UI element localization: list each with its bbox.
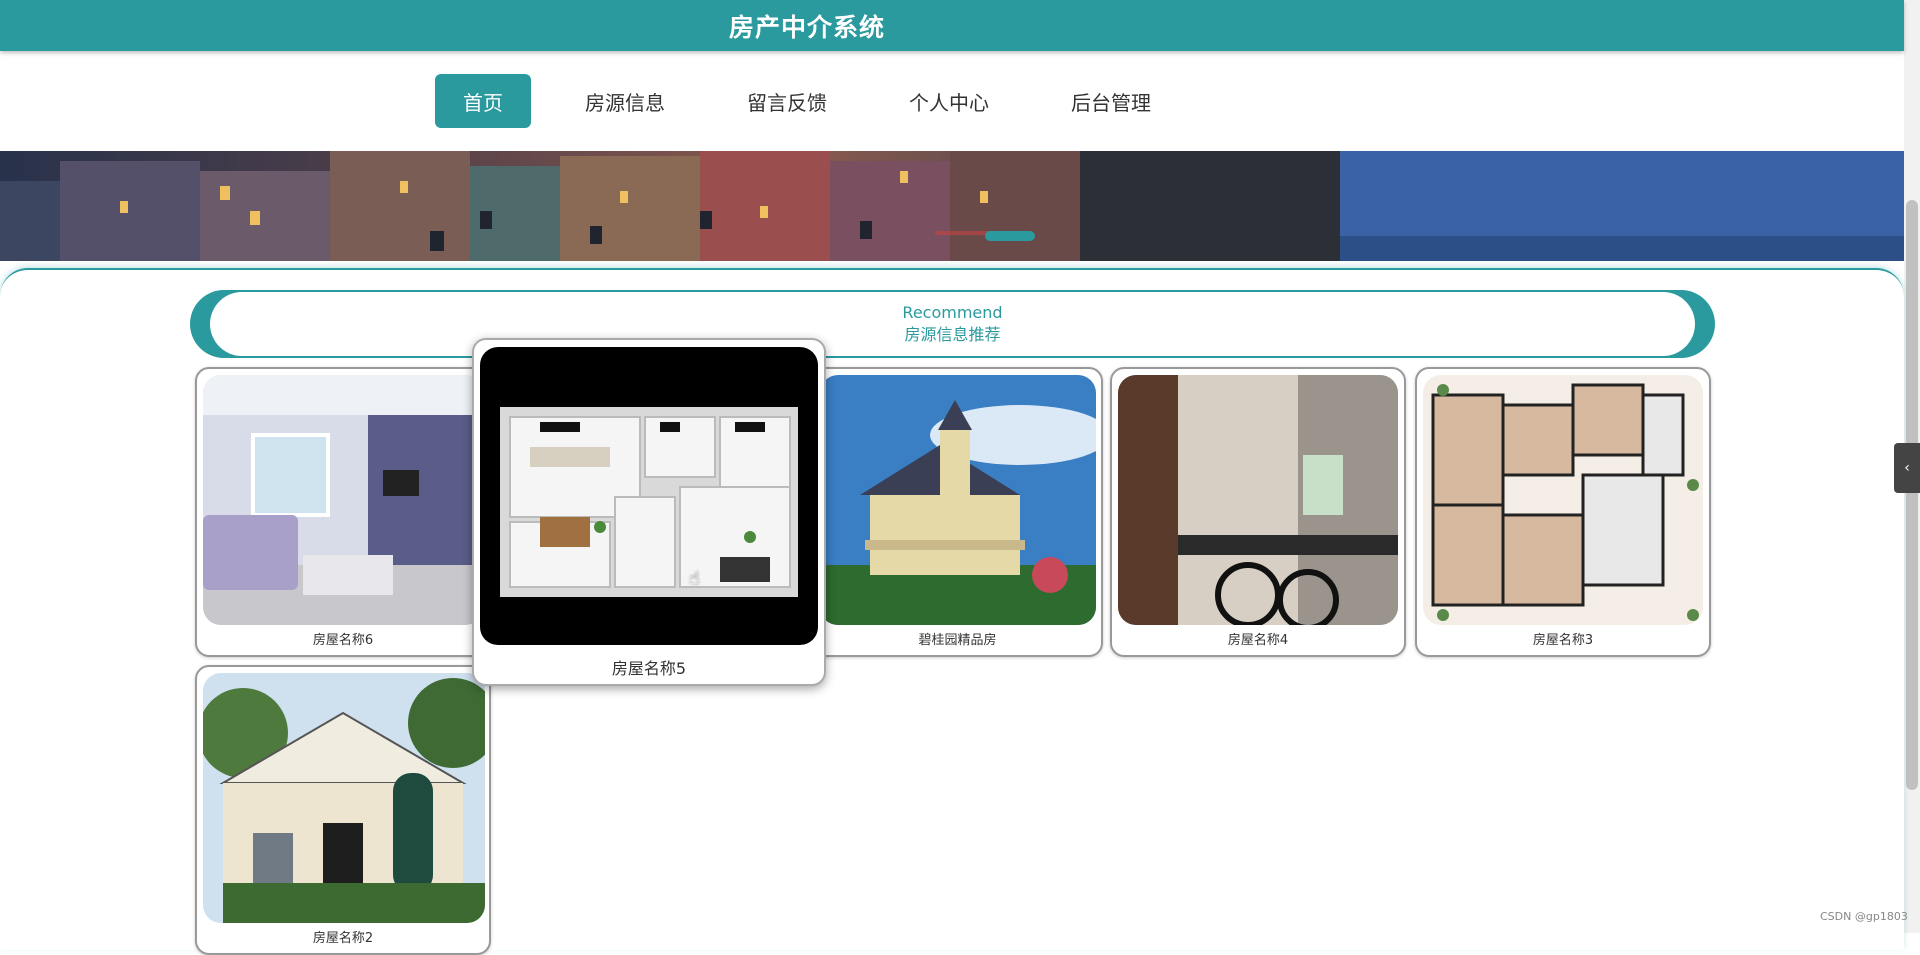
listing-card[interactable]: 房屋名称3 xyxy=(1415,367,1711,657)
nav-item-home[interactable]: 首页 xyxy=(435,74,531,128)
watermark: CSDN @gp1803 xyxy=(1820,910,1908,923)
side-panel-toggle[interactable]: ‹ xyxy=(1894,443,1920,493)
listing-name[interactable]: 房屋名称5 xyxy=(474,655,824,679)
listing-name[interactable]: 房屋名称4 xyxy=(1112,629,1404,648)
nav-item-listings[interactable]: 房源信息 xyxy=(557,74,693,128)
listing-card[interactable]: 房屋名称2 xyxy=(195,665,491,955)
listing-image[interactable] xyxy=(1423,375,1703,625)
listing-image[interactable] xyxy=(203,673,485,923)
recommend-title-cn: 房源信息推荐 xyxy=(904,325,1001,344)
banner-carousel[interactable] xyxy=(0,151,1904,261)
listing-image[interactable] xyxy=(480,347,818,645)
site-title: 房产中介系统 xyxy=(728,12,885,42)
nav-item-profile[interactable]: 个人中心 xyxy=(881,74,1017,128)
listing-image[interactable] xyxy=(203,375,483,625)
listing-name[interactable]: 房屋名称6 xyxy=(197,629,489,648)
listing-image[interactable] xyxy=(820,375,1096,625)
listing-card-hovered[interactable]: 房屋名称5 ☝ xyxy=(472,338,826,686)
listing-name[interactable]: 碧桂园精品房 xyxy=(814,629,1101,648)
banner-image xyxy=(0,151,1904,261)
listing-name[interactable]: 房屋名称3 xyxy=(1417,629,1709,648)
listing-card[interactable]: 房屋名称6 xyxy=(195,367,491,657)
listing-card[interactable]: 房屋名称4 xyxy=(1110,367,1406,657)
recommend-title-en: Recommend xyxy=(902,303,1003,322)
hand-cursor-icon: ☝ xyxy=(689,568,700,589)
main-nav: 首页 房源信息 留言反馈 个人中心 后台管理 xyxy=(0,51,1904,151)
listing-card[interactable]: 碧桂园精品房 xyxy=(812,367,1103,657)
recommend-header: Recommend 房源信息推荐 xyxy=(210,292,1695,356)
listing-name[interactable]: 房屋名称2 xyxy=(197,927,489,946)
carousel-indicator-active[interactable] xyxy=(985,231,1035,241)
chevron-left-icon: ‹ xyxy=(1904,460,1910,476)
top-title-bar: 房产中介系统 xyxy=(0,0,1904,51)
page-scrollbar-thumb[interactable] xyxy=(1906,200,1918,790)
nav-item-admin[interactable]: 后台管理 xyxy=(1043,74,1179,128)
nav-item-feedback[interactable]: 留言反馈 xyxy=(719,74,855,128)
listing-image[interactable] xyxy=(1118,375,1398,625)
